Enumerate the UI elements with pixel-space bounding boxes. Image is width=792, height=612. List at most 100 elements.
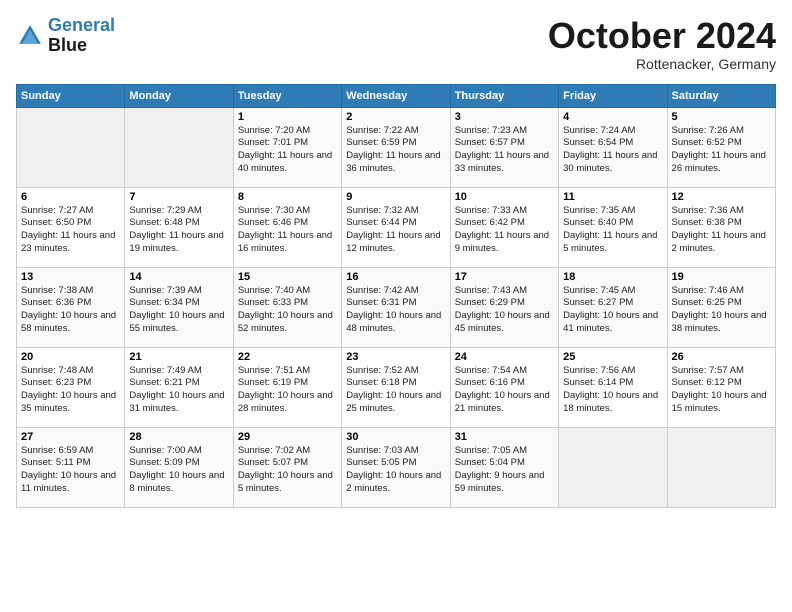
day-info: Sunrise: 7:56 AM Sunset: 6:14 PM Dayligh… bbox=[563, 365, 662, 416]
logo-icon bbox=[16, 22, 44, 50]
calendar-table: SundayMondayTuesdayWednesdayThursdayFrid… bbox=[16, 84, 776, 508]
calendar-cell: 1Sunrise: 7:20 AM Sunset: 7:01 PM Daylig… bbox=[233, 107, 341, 187]
day-number: 22 bbox=[238, 351, 337, 363]
week-row-2: 6 Sunrise: 7:27 AM Sunset: 6:50 PM Daylig… bbox=[17, 187, 776, 267]
day-info: Sunrise: 7:03 AM Sunset: 5:05 PM Dayligh… bbox=[346, 445, 445, 496]
day-info: Sunrise: 7:22 AM Sunset: 6:59 PM Dayligh… bbox=[346, 125, 445, 176]
calendar-cell: 24 Sunrise: 7:54 AM Sunset: 6:16 PM Dayli… bbox=[450, 347, 558, 427]
week-row-1: 1Sunrise: 7:20 AM Sunset: 7:01 PM Daylig… bbox=[17, 107, 776, 187]
calendar-body: 1Sunrise: 7:20 AM Sunset: 7:01 PM Daylig… bbox=[17, 107, 776, 507]
day-number: 8 bbox=[238, 191, 337, 203]
page-header: General Blue October 2024 Rottenacker, G… bbox=[16, 16, 776, 72]
week-row-5: 27Sunrise: 6:59 AM Sunset: 5:11 PM Dayli… bbox=[17, 427, 776, 507]
day-number: 30 bbox=[346, 431, 445, 443]
day-info: Sunrise: 7:52 AM Sunset: 6:18 PM Dayligh… bbox=[346, 365, 445, 416]
day-number: 5 bbox=[672, 111, 771, 123]
week-row-3: 13 Sunrise: 7:38 AM Sunset: 6:36 PM Dayli… bbox=[17, 267, 776, 347]
calendar-cell: 8 Sunrise: 7:30 AM Sunset: 6:46 PM Daylig… bbox=[233, 187, 341, 267]
calendar-cell bbox=[125, 107, 233, 187]
day-info: Sunrise: 7:48 AM Sunset: 6:23 PM Dayligh… bbox=[21, 365, 120, 416]
day-info: Sunrise: 7:42 AM Sunset: 6:31 PM Dayligh… bbox=[346, 285, 445, 336]
weekday-row: SundayMondayTuesdayWednesdayThursdayFrid… bbox=[17, 84, 776, 107]
day-info: Sunrise: 7:27 AM Sunset: 6:50 PM Dayligh… bbox=[21, 205, 120, 256]
day-number: 21 bbox=[129, 351, 228, 363]
calendar-header: SundayMondayTuesdayWednesdayThursdayFrid… bbox=[17, 84, 776, 107]
calendar-cell: 11 Sunrise: 7:35 AM Sunset: 6:40 PM Dayli… bbox=[559, 187, 667, 267]
day-number: 28 bbox=[129, 431, 228, 443]
calendar-cell: 22 Sunrise: 7:51 AM Sunset: 6:19 PM Dayli… bbox=[233, 347, 341, 427]
day-number: 4 bbox=[563, 111, 662, 123]
day-info: Sunrise: 7:24 AM Sunset: 6:54 PM Dayligh… bbox=[563, 125, 662, 176]
day-number: 13 bbox=[21, 271, 120, 283]
day-info: Sunrise: 7:45 AM Sunset: 6:27 PM Dayligh… bbox=[563, 285, 662, 336]
calendar-cell bbox=[667, 427, 775, 507]
day-number: 7 bbox=[129, 191, 228, 203]
calendar-cell: 3Sunrise: 7:23 AM Sunset: 6:57 PM Daylig… bbox=[450, 107, 558, 187]
day-info: Sunrise: 7:39 AM Sunset: 6:34 PM Dayligh… bbox=[129, 285, 228, 336]
day-number: 11 bbox=[563, 191, 662, 203]
day-info: Sunrise: 7:38 AM Sunset: 6:36 PM Dayligh… bbox=[21, 285, 120, 336]
day-info: Sunrise: 7:33 AM Sunset: 6:42 PM Dayligh… bbox=[455, 205, 554, 256]
day-info: Sunrise: 6:59 AM Sunset: 5:11 PM Dayligh… bbox=[21, 445, 120, 496]
calendar-cell: 14 Sunrise: 7:39 AM Sunset: 6:34 PM Dayli… bbox=[125, 267, 233, 347]
weekday-header-monday: Monday bbox=[125, 84, 233, 107]
day-info: Sunrise: 7:05 AM Sunset: 5:04 PM Dayligh… bbox=[455, 445, 554, 496]
title-block: October 2024 Rottenacker, Germany bbox=[548, 16, 776, 72]
day-number: 17 bbox=[455, 271, 554, 283]
week-row-4: 20 Sunrise: 7:48 AM Sunset: 6:23 PM Dayli… bbox=[17, 347, 776, 427]
weekday-header-wednesday: Wednesday bbox=[342, 84, 450, 107]
day-number: 6 bbox=[21, 191, 120, 203]
logo-text: General Blue bbox=[48, 16, 115, 56]
location: Rottenacker, Germany bbox=[548, 56, 776, 72]
weekday-header-tuesday: Tuesday bbox=[233, 84, 341, 107]
day-info: Sunrise: 7:35 AM Sunset: 6:40 PM Dayligh… bbox=[563, 205, 662, 256]
day-number: 31 bbox=[455, 431, 554, 443]
calendar-cell: 12Sunrise: 7:36 AM Sunset: 6:38 PM Dayli… bbox=[667, 187, 775, 267]
calendar-cell bbox=[559, 427, 667, 507]
day-info: Sunrise: 7:29 AM Sunset: 6:48 PM Dayligh… bbox=[129, 205, 228, 256]
calendar-cell: 10Sunrise: 7:33 AM Sunset: 6:42 PM Dayli… bbox=[450, 187, 558, 267]
calendar-cell: 21 Sunrise: 7:49 AM Sunset: 6:21 PM Dayli… bbox=[125, 347, 233, 427]
logo: General Blue bbox=[16, 16, 115, 56]
day-number: 18 bbox=[563, 271, 662, 283]
day-number: 12 bbox=[672, 191, 771, 203]
day-number: 20 bbox=[21, 351, 120, 363]
day-info: Sunrise: 7:43 AM Sunset: 6:29 PM Dayligh… bbox=[455, 285, 554, 336]
weekday-header-friday: Friday bbox=[559, 84, 667, 107]
day-number: 3 bbox=[455, 111, 554, 123]
day-info: Sunrise: 7:51 AM Sunset: 6:19 PM Dayligh… bbox=[238, 365, 337, 416]
day-number: 25 bbox=[563, 351, 662, 363]
weekday-header-sunday: Sunday bbox=[17, 84, 125, 107]
calendar-cell: 9 Sunrise: 7:32 AM Sunset: 6:44 PM Daylig… bbox=[342, 187, 450, 267]
day-info: Sunrise: 7:54 AM Sunset: 6:16 PM Dayligh… bbox=[455, 365, 554, 416]
weekday-header-thursday: Thursday bbox=[450, 84, 558, 107]
calendar-cell: 26Sunrise: 7:57 AM Sunset: 6:12 PM Dayli… bbox=[667, 347, 775, 427]
day-info: Sunrise: 7:26 AM Sunset: 6:52 PM Dayligh… bbox=[672, 125, 771, 176]
calendar-cell: 2Sunrise: 7:22 AM Sunset: 6:59 PM Daylig… bbox=[342, 107, 450, 187]
calendar-cell: 5 Sunrise: 7:26 AM Sunset: 6:52 PM Daylig… bbox=[667, 107, 775, 187]
day-info: Sunrise: 7:32 AM Sunset: 6:44 PM Dayligh… bbox=[346, 205, 445, 256]
day-info: Sunrise: 7:46 AM Sunset: 6:25 PM Dayligh… bbox=[672, 285, 771, 336]
calendar-cell: 25 Sunrise: 7:56 AM Sunset: 6:14 PM Dayli… bbox=[559, 347, 667, 427]
weekday-header-saturday: Saturday bbox=[667, 84, 775, 107]
day-info: Sunrise: 7:00 AM Sunset: 5:09 PM Dayligh… bbox=[129, 445, 228, 496]
day-number: 23 bbox=[346, 351, 445, 363]
calendar-cell: 17 Sunrise: 7:43 AM Sunset: 6:29 PM Dayli… bbox=[450, 267, 558, 347]
day-info: Sunrise: 7:49 AM Sunset: 6:21 PM Dayligh… bbox=[129, 365, 228, 416]
calendar-cell bbox=[17, 107, 125, 187]
calendar-cell: 20 Sunrise: 7:48 AM Sunset: 6:23 PM Dayli… bbox=[17, 347, 125, 427]
day-number: 9 bbox=[346, 191, 445, 203]
day-number: 16 bbox=[346, 271, 445, 283]
day-info: Sunrise: 7:57 AM Sunset: 6:12 PM Dayligh… bbox=[672, 365, 771, 416]
calendar-cell: 23 Sunrise: 7:52 AM Sunset: 6:18 PM Dayli… bbox=[342, 347, 450, 427]
calendar-cell: 7 Sunrise: 7:29 AM Sunset: 6:48 PM Daylig… bbox=[125, 187, 233, 267]
calendar-cell: 15Sunrise: 7:40 AM Sunset: 6:33 PM Dayli… bbox=[233, 267, 341, 347]
calendar-cell: 29Sunrise: 7:02 AM Sunset: 5:07 PM Dayli… bbox=[233, 427, 341, 507]
calendar-cell: 16 Sunrise: 7:42 AM Sunset: 6:31 PM Dayli… bbox=[342, 267, 450, 347]
day-number: 14 bbox=[129, 271, 228, 283]
day-number: 24 bbox=[455, 351, 554, 363]
day-number: 15 bbox=[238, 271, 337, 283]
day-info: Sunrise: 7:30 AM Sunset: 6:46 PM Dayligh… bbox=[238, 205, 337, 256]
calendar-cell: 19Sunrise: 7:46 AM Sunset: 6:25 PM Dayli… bbox=[667, 267, 775, 347]
calendar-cell: 18 Sunrise: 7:45 AM Sunset: 6:27 PM Dayli… bbox=[559, 267, 667, 347]
